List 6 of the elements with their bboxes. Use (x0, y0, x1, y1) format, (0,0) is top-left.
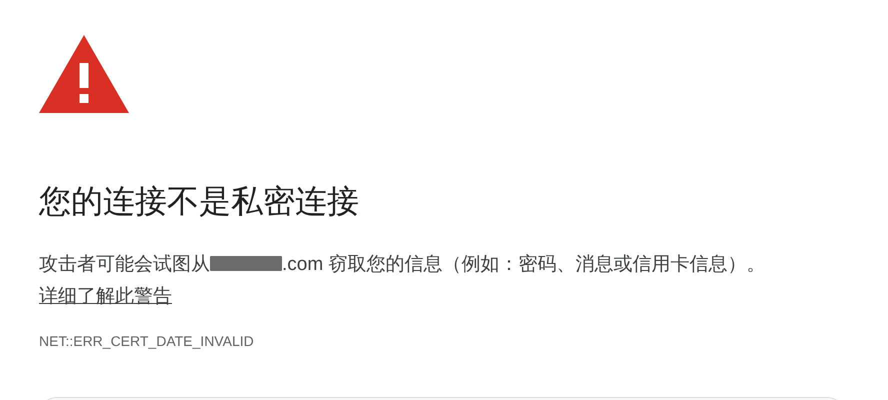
page-heading: 您的连接不是私密连接 (39, 182, 360, 221)
warning-icon (39, 35, 129, 113)
learn-more-link[interactable]: 详细了解此警告 (39, 286, 172, 307)
redaction-mark (210, 256, 282, 271)
warning-message: 攻击者可能会试图从 .com 窃取您的信息（例如：密码、消息或信用卡信息）。 详细了解此警告 (39, 253, 766, 309)
error-code: NET::ERR_CERT_DATE_INVALID (39, 333, 255, 349)
